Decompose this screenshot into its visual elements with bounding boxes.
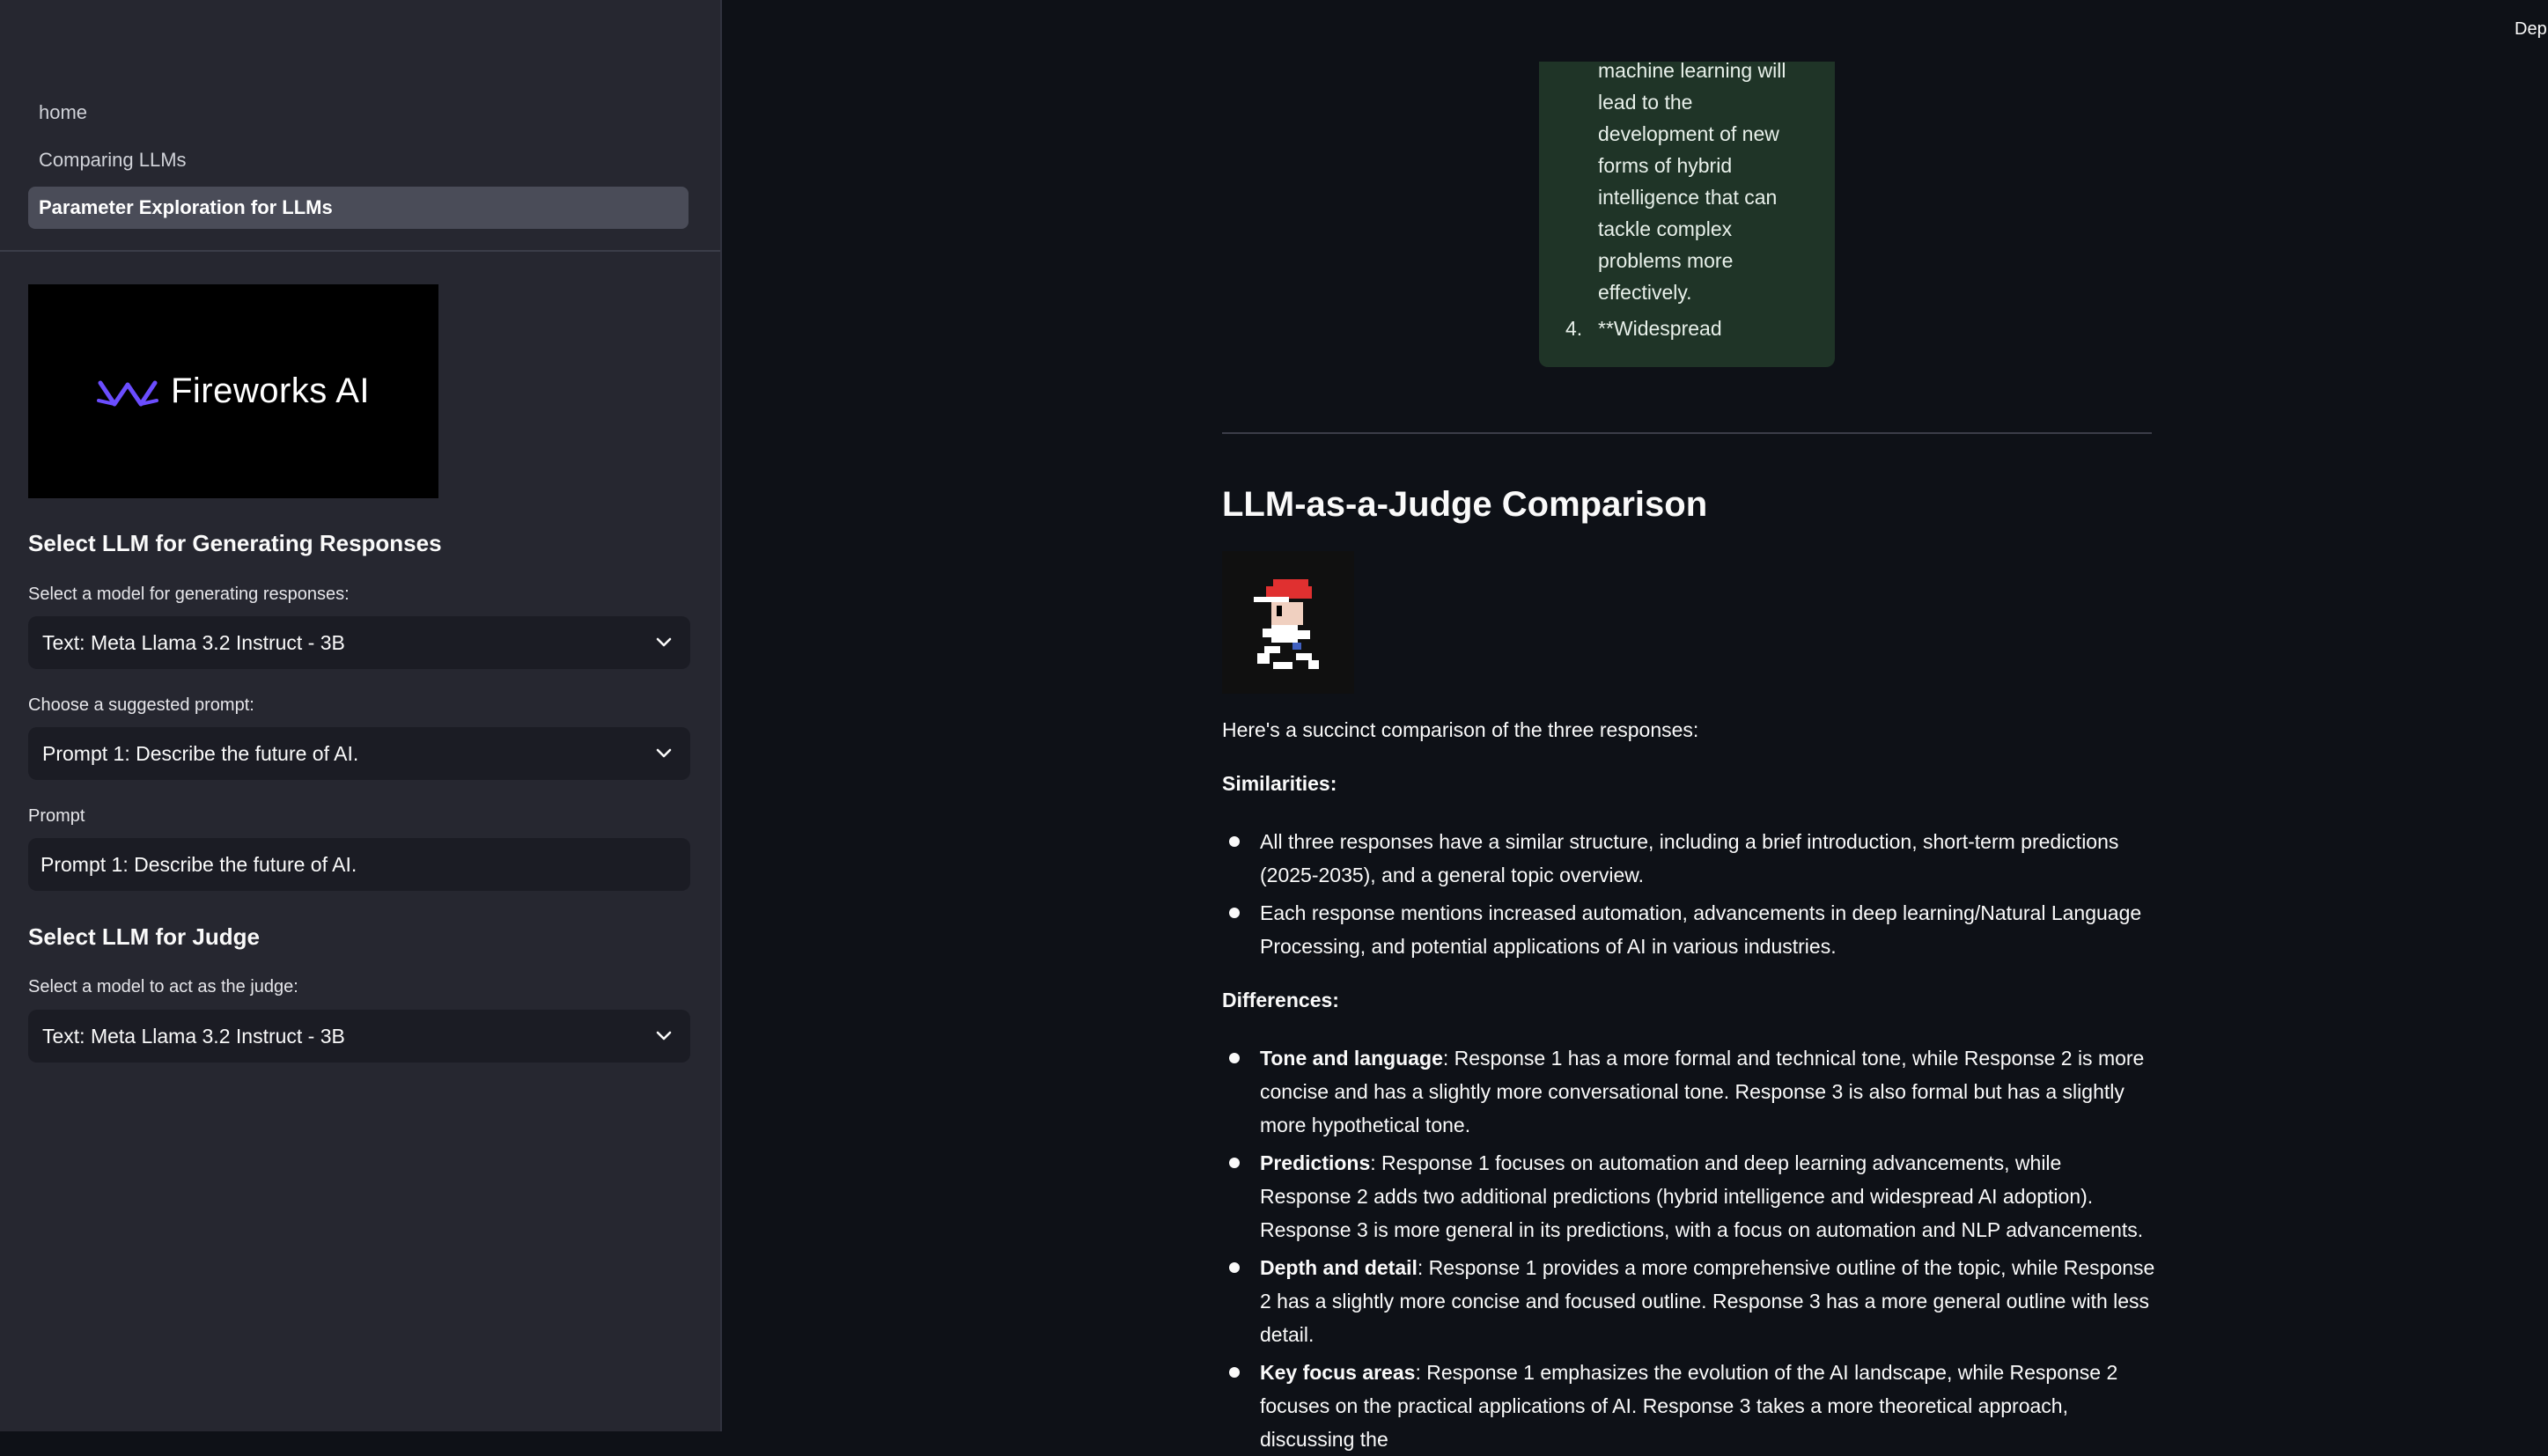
- response-card: machine learning will lead to the develo…: [1539, 59, 1835, 367]
- prompt-choice-label: Choose a suggested prompt:: [28, 695, 254, 715]
- chevron-down-icon: [646, 736, 681, 771]
- card-line: effectively.: [1598, 281, 1692, 304]
- card-line: intelligence that can: [1598, 186, 1778, 209]
- bullet: [1229, 1053, 1240, 1063]
- card-line: development of new: [1598, 122, 1779, 145]
- pixel-character-icon: [1254, 579, 1319, 669]
- sidebar-nav: home Comparing LLMs Parameter Exploratio…: [0, 0, 720, 229]
- list-item: Predictions: Response 1 focuses on autom…: [1260, 1146, 2158, 1246]
- section-divider: [1222, 432, 2152, 434]
- list-item-term: Depth and detail: [1260, 1256, 1418, 1279]
- judge-model-select[interactable]: Text: Meta Llama 3.2 Instruct - 3B: [28, 1010, 690, 1063]
- card-line: forms of hybrid: [1598, 154, 1733, 177]
- judge-model-label: Select a model to act as the judge:: [28, 977, 298, 996]
- list-item-text: : Response 1 focuses on automation and d…: [1260, 1151, 2144, 1241]
- bullet: [1229, 908, 1240, 918]
- gen-model-select[interactable]: Text: Meta Llama 3.2 Instruct - 3B: [28, 616, 690, 669]
- list-item: All three responses have a similar struc…: [1260, 830, 2119, 886]
- bullet: [1229, 1367, 1240, 1378]
- nav-item-home[interactable]: home: [28, 92, 689, 134]
- judge-section-heading: Select LLM for Judge: [28, 923, 260, 950]
- page-title: LLM-as-a-Judge Comparison: [1222, 485, 1708, 524]
- list-item: Tone and language: Response 1 has a more…: [1260, 1041, 2158, 1142]
- card-line: machine learning will: [1598, 59, 1786, 82]
- bullet: [1229, 1262, 1240, 1273]
- judge-model-value: Text: Meta Llama 3.2 Instruct - 3B: [42, 1024, 345, 1048]
- prompt-label: Prompt: [28, 806, 85, 826]
- bullet: [1229, 836, 1240, 847]
- nav-item-parameter-exploration[interactable]: Parameter Exploration for LLMs: [28, 187, 689, 229]
- bullet: [1229, 1158, 1240, 1168]
- card-line: problems more: [1598, 249, 1734, 272]
- nav-item-comparing-llms[interactable]: Comparing LLMs: [28, 139, 689, 181]
- deploy-button[interactable]: Deploy: [2515, 19, 2548, 40]
- similarities-heading: Similarities:: [1222, 772, 1337, 795]
- card-line: lead to the: [1598, 91, 1693, 114]
- fireworks-logo: Fireworks AI: [28, 284, 438, 498]
- chevron-down-icon: [646, 1018, 681, 1054]
- judge-avatar-image: [1222, 551, 1354, 694]
- list-item: Key focus areas: Response 1 emphasizes t…: [1260, 1356, 2158, 1456]
- logo-text: Fireworks AI: [170, 371, 371, 410]
- prompt-choice-value: Prompt 1: Describe the future of AI.: [42, 741, 359, 765]
- prompt-choice-select[interactable]: Prompt 1: Describe the future of AI.: [28, 727, 690, 780]
- card-item-text: **Widespread: [1598, 317, 1722, 340]
- card-item-number: 4.: [1565, 317, 1583, 340]
- list-item: Depth and detail: Response 1 provides a …: [1260, 1251, 2158, 1351]
- prompt-input[interactable]: Prompt 1: Describe the future of AI.: [28, 838, 690, 891]
- list-item-term: Tone and language: [1260, 1047, 1443, 1070]
- gen-model-label: Select a model for generating responses:: [28, 585, 350, 604]
- fireworks-logo-icon: [96, 380, 158, 406]
- differences-heading: Differences:: [1222, 989, 1339, 1011]
- sidebar-divider: [0, 250, 720, 252]
- prompt-input-value: Prompt 1: Describe the future of AI.: [41, 852, 357, 876]
- sidebar: home Comparing LLMs Parameter Exploratio…: [0, 0, 722, 1431]
- chevron-down-icon: [646, 625, 681, 660]
- gen-model-value: Text: Meta Llama 3.2 Instruct - 3B: [42, 630, 345, 654]
- list-item: Each response mentions increased automat…: [1260, 901, 2142, 958]
- intro-text: Here's a succinct comparison of the thre…: [1222, 718, 1699, 741]
- card-line: tackle complex: [1598, 217, 1733, 240]
- list-item-term: Predictions: [1260, 1151, 1371, 1174]
- list-item-term: Key focus areas: [1260, 1361, 1416, 1384]
- gen-section-heading: Select LLM for Generating Responses: [28, 530, 442, 556]
